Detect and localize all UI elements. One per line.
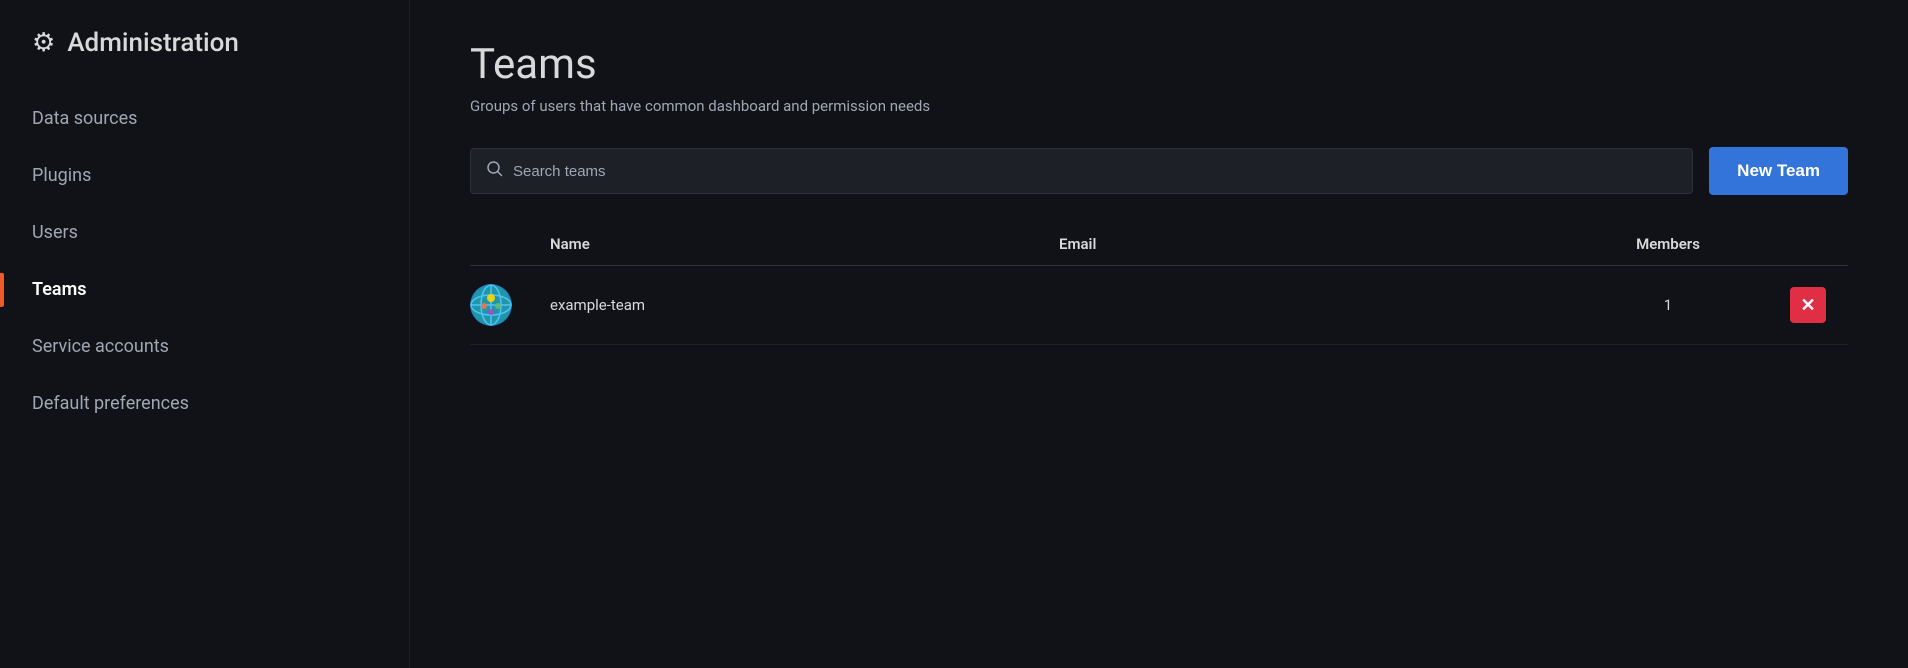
sidebar: ⚙ Administration Data sources Plugins Us… [0,0,410,668]
action-cell: ✕ [1768,287,1848,323]
sidebar-item-plugins[interactable]: Plugins [0,147,409,204]
teams-table: Name Email Members [470,227,1848,345]
sidebar-title: Administration [67,28,239,58]
header-avatar [470,235,550,253]
main-content: Teams Groups of users that have common d… [410,0,1908,668]
sidebar-item-default-preferences[interactable]: Default preferences [0,375,409,432]
team-members: 1 [1568,296,1768,314]
table-row: example-team 1 ✕ [470,266,1848,345]
header-actions [1768,235,1848,253]
sidebar-header: ⚙ Administration [0,0,409,90]
search-row: New Team [470,147,1848,195]
delete-team-button[interactable]: ✕ [1790,287,1826,323]
sidebar-item-teams[interactable]: Teams [0,261,409,318]
sidebar-item-users[interactable]: Users [0,204,409,261]
sidebar-item-service-accounts[interactable]: Service accounts [0,318,409,375]
page-subtitle: Groups of users that have common dashboa… [470,97,1848,115]
search-icon [487,161,503,181]
new-team-button[interactable]: New Team [1709,147,1848,195]
team-name: example-team [550,296,1059,314]
table-header: Name Email Members [470,227,1848,266]
search-input[interactable] [513,163,1676,180]
gear-icon: ⚙ [32,28,55,58]
header-name: Name [550,235,1059,253]
sidebar-nav: Data sources Plugins Users Teams Service… [0,90,409,432]
sidebar-item-data-sources[interactable]: Data sources [0,90,409,147]
team-avatar [470,284,512,326]
header-members: Members [1568,235,1768,253]
search-container [470,148,1693,194]
header-email: Email [1059,235,1568,253]
page-title: Teams [470,40,1848,89]
